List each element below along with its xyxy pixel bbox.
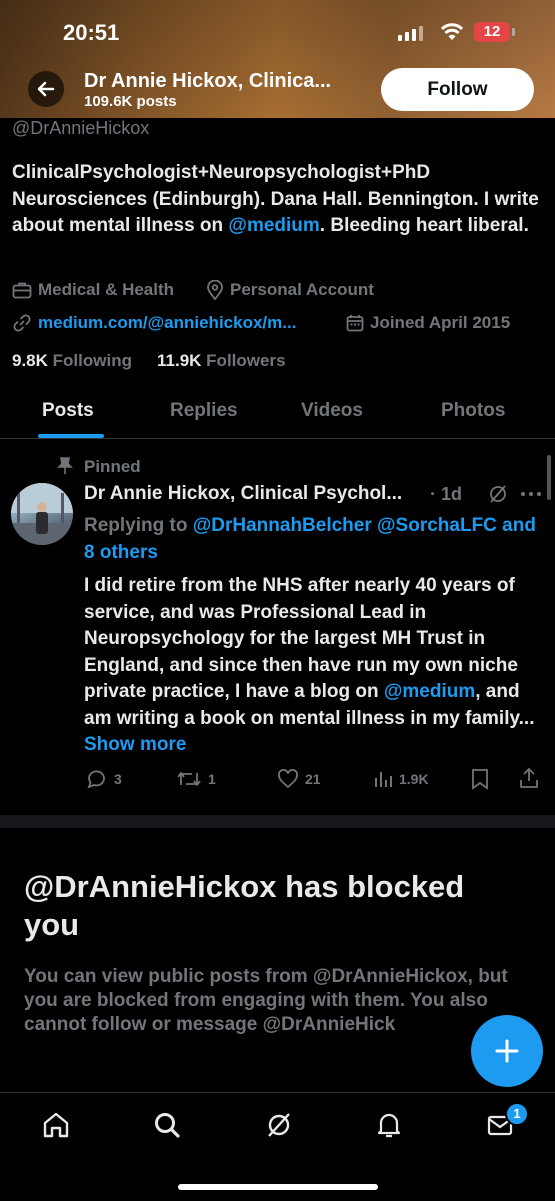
search-icon	[155, 1113, 180, 1138]
reply-icon	[87, 770, 105, 789]
grok-icon	[268, 1113, 290, 1137]
header-profile-name: Dr Annie Hickox, Clinica...	[84, 70, 332, 92]
scrollbar[interactable]	[547, 455, 551, 500]
post-medium-link[interactable]: @medium	[384, 681, 475, 702]
views-button[interactable]: 1.9K	[373, 769, 429, 789]
profile-website[interactable]: medium.com/@anniehickox/m...	[12, 313, 296, 333]
heart-icon	[278, 769, 298, 789]
post-author-name[interactable]: Dr Annie Hickox, Clinical Psychol...	[84, 483, 402, 505]
profile-handle: @DrAnnieHickox	[12, 118, 150, 138]
battery-tip	[512, 28, 515, 36]
blocked-description: You can view public posts from @DrAnnieH…	[24, 966, 508, 1035]
profile-account-type: Personal Account	[206, 280, 374, 300]
back-button[interactable]	[28, 71, 64, 107]
blocked-title: @DrAnnieHickox has blocked you	[24, 869, 465, 942]
header-post-count: 109.6K posts	[84, 93, 177, 110]
post-timestamp: · 1d	[430, 484, 463, 504]
tabs-divider	[0, 438, 555, 439]
status-time: 20:51	[63, 20, 120, 45]
bell-icon	[377, 1113, 401, 1138]
bio-medium-link[interactable]: @medium	[228, 215, 319, 236]
post-text: I did retire from the NHS after nearly 4…	[84, 575, 535, 755]
calendar-icon	[346, 315, 364, 332]
nav-search[interactable]	[150, 1108, 184, 1142]
share-icon[interactable]	[519, 767, 539, 789]
tab-videos[interactable]: Videos	[301, 400, 363, 422]
replying-to: Replying to @DrHannahBelcher @SorchaLFC …	[84, 515, 536, 563]
avatar[interactable]	[11, 483, 73, 545]
following-count: 9.8K	[12, 351, 48, 370]
repost-button[interactable]: 1	[176, 769, 216, 789]
cellular-signal-icon	[398, 26, 423, 41]
wifi-icon	[440, 23, 464, 40]
nav-home[interactable]	[39, 1108, 73, 1142]
bookmark-icon[interactable]	[471, 768, 489, 790]
link-icon	[13, 314, 31, 332]
arrow-left-icon	[37, 81, 55, 97]
nav-grok[interactable]	[262, 1108, 296, 1142]
compose-post-button[interactable]	[471, 1015, 543, 1087]
home-icon	[43, 1112, 69, 1138]
pinned-label: Pinned	[84, 457, 141, 476]
plus-icon	[495, 1039, 519, 1063]
followers-count: 11.9K	[157, 351, 202, 370]
home-indicator	[178, 1184, 378, 1190]
avatar-photo	[11, 483, 73, 545]
messages-badge: 1	[505, 1102, 529, 1126]
grok-icon[interactable]	[487, 483, 509, 505]
profile-joined-date: Joined April 2015	[346, 313, 510, 333]
followers-stat[interactable]: 11.9K Followers	[157, 351, 286, 371]
reply-button[interactable]: 3	[86, 769, 122, 789]
views-chart-icon	[375, 772, 392, 787]
battery-indicator: 12	[474, 22, 510, 42]
tab-replies[interactable]: Replies	[170, 400, 238, 422]
tab-posts[interactable]: Posts	[42, 400, 94, 422]
like-button[interactable]: 21	[277, 769, 321, 789]
following-stat[interactable]: 9.8K Following	[12, 351, 132, 371]
more-options-icon[interactable]	[520, 490, 542, 498]
profile-bio: ClinicalPsychologist+Neuropsychologist+P…	[12, 162, 539, 236]
pin-icon	[57, 457, 73, 474]
location-pin-icon	[207, 280, 223, 300]
profile-category: Medical & Health	[12, 280, 174, 300]
section-separator	[0, 815, 555, 828]
follow-button[interactable]: Follow	[381, 68, 534, 111]
show-more-link[interactable]: Show more	[84, 734, 186, 755]
nav-notifications[interactable]	[372, 1108, 406, 1142]
briefcase-icon	[12, 282, 32, 299]
repost-icon	[177, 772, 201, 786]
tab-photos[interactable]: Photos	[441, 400, 505, 422]
